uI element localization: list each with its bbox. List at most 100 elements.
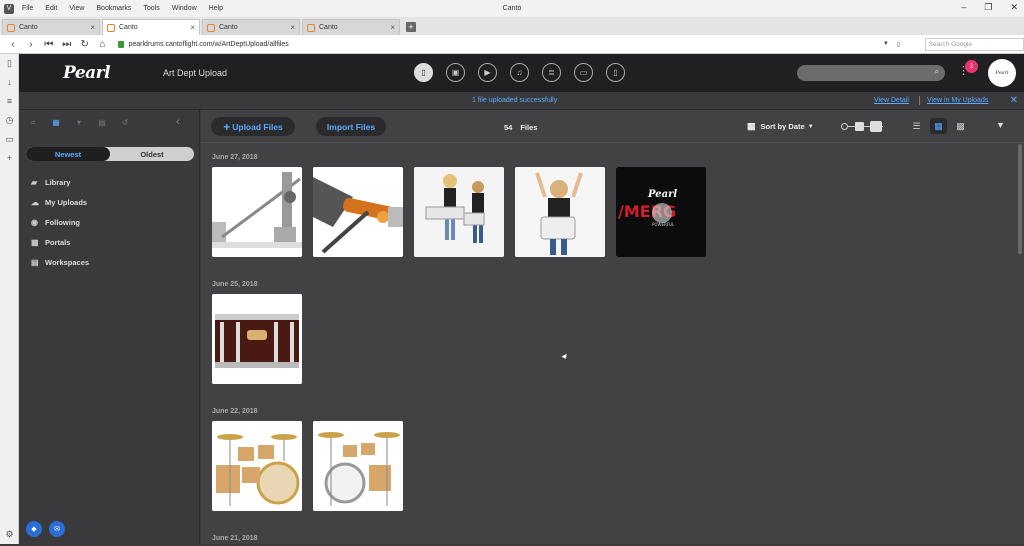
sort-oldest-button[interactable]: Oldest	[110, 147, 194, 161]
filter-view-icon[interactable]: ▾	[73, 118, 85, 130]
restore-icon[interactable]: ❐	[984, 2, 992, 13]
grid-view-icon[interactable]: ▦	[930, 118, 947, 134]
new-tab-button[interactable]: +	[406, 22, 416, 32]
image-icon[interactable]: ▣	[446, 63, 465, 82]
menu-edit[interactable]: Edit	[45, 5, 57, 12]
url-dropdown-icon[interactable]: ▼	[883, 41, 897, 47]
menu-view[interactable]: View	[69, 5, 84, 12]
rewind-icon[interactable]: ⏮	[44, 39, 54, 50]
vivaldi-logo-icon[interactable]: V	[4, 3, 14, 14]
thumbnail-drum-kit-natural[interactable]	[212, 421, 302, 511]
document-icon[interactable]: ≣	[542, 63, 561, 82]
audio-icon[interactable]: ♫	[510, 63, 529, 82]
close-tab-icon[interactable]: ×	[390, 23, 395, 32]
sort-by-dropdown[interactable]: ▦ Sort by Date ▼	[747, 121, 814, 132]
bookmark-icon[interactable]: ▯	[897, 41, 911, 48]
home-icon[interactable]: ⌂	[98, 39, 108, 50]
thumbnail-snare-drum[interactable]	[212, 294, 302, 384]
search-icon[interactable]: ⌕	[935, 67, 939, 77]
thumbnail-pedal[interactable]	[212, 167, 302, 257]
date-group: June 22, 2018	[212, 404, 706, 531]
plus-icon: +	[223, 119, 231, 134]
downloads-panel-icon[interactable]: ↓	[0, 73, 19, 92]
sort-order-toggle: Newest Oldest	[26, 147, 194, 161]
video-icon[interactable]: ▶	[478, 63, 497, 82]
back-icon[interactable]: ‹	[8, 39, 18, 50]
sort-newest-button[interactable]: Newest	[26, 147, 110, 161]
calendar-icon: ▦	[747, 121, 756, 131]
nav-item-my-uploads[interactable]: ☁ My Uploads	[31, 192, 89, 212]
notes-panel-icon[interactable]: ≡	[0, 92, 19, 111]
upload-files-button[interactable]: + Upload Files	[211, 117, 295, 136]
pearl-logo[interactable]: Pearl	[63, 63, 111, 83]
refresh-view-icon[interactable]: ↺	[119, 118, 131, 130]
user-avatar[interactable]: Pearl	[988, 59, 1016, 87]
close-tab-icon[interactable]: ×	[190, 23, 195, 32]
browser-search-input[interactable]: Search Google	[924, 37, 1024, 51]
thumbnail-emerge-logo[interactable]: Pearl/MERG POWERFUL	[616, 167, 706, 257]
scrollbar[interactable]	[1018, 144, 1022, 254]
import-files-button[interactable]: Import Files	[316, 117, 386, 136]
all-files-icon[interactable]: ▯	[414, 63, 433, 82]
file-type-filter: ▯ ▣ ▶ ♫ ≣ ▭ ▯	[414, 63, 625, 82]
canto-favicon-icon	[7, 23, 15, 32]
thumbnail-kids-marching[interactable]	[414, 167, 504, 257]
minimize-icon[interactable]: –	[961, 2, 966, 13]
filter-icon[interactable]: ▼	[996, 120, 1005, 130]
calendar-view-icon[interactable]: ▦	[50, 118, 62, 130]
forward-icon[interactable]: ›	[26, 39, 36, 50]
main-toolbar: + Upload Files Import Files 54 Files ▦ Sort…	[201, 110, 1024, 143]
fast-forward-icon[interactable]: ⏭	[62, 39, 72, 50]
menu-file[interactable]: File	[22, 5, 33, 12]
thumbnail-drum-kit-white[interactable]	[313, 421, 403, 511]
thumbnail-size-slider[interactable]	[841, 121, 883, 132]
upload-notice-bar: 1 file uploaded successfully View Detail…	[19, 92, 1024, 110]
menu-help[interactable]: Help	[209, 5, 223, 12]
window-panel-icon[interactable]: ▭	[0, 130, 19, 149]
menu-tools[interactable]: Tools	[143, 5, 159, 12]
menu-window[interactable]: Window	[172, 5, 197, 12]
canto-favicon-icon	[207, 23, 215, 32]
list-view-icon[interactable]: ☰	[908, 118, 925, 134]
notification-badge[interactable]: 2	[965, 60, 978, 73]
view-detail-link[interactable]: View Detail	[874, 97, 909, 104]
archive-view-icon[interactable]: ▤	[96, 118, 108, 130]
url-input[interactable]: pearldrums.cantoflight.com/w/ArtDeptUplo…	[128, 41, 882, 48]
browser-tab-active[interactable]: Canto ×	[102, 19, 200, 35]
tag-view-icon[interactable]: ⌗	[27, 118, 39, 130]
browser-tab[interactable]: Canto ×	[202, 19, 300, 35]
nav-item-library[interactable]: ▰ Library	[31, 172, 89, 192]
folder-icon: ▰	[31, 177, 38, 187]
browser-tab[interactable]: Canto ×	[302, 19, 400, 35]
reload-icon[interactable]: ↻	[80, 39, 90, 50]
thumbnail-pedal-orange[interactable]	[313, 167, 403, 257]
asset-grid: June 27, 2018 Pearl/MERG POWERFUL June 2…	[212, 150, 706, 546]
svg-text:POWERFUL: POWERFUL	[652, 222, 675, 227]
view-in-my-uploads-link[interactable]: View in My Uploads	[927, 97, 988, 104]
browser-menubar: V File Edit View Bookmarks Tools Window …	[0, 0, 1024, 17]
help-icon[interactable]: ◆	[26, 521, 42, 537]
close-tab-icon[interactable]: ×	[90, 23, 95, 32]
nav-item-portals[interactable]: ▦ Portals	[31, 232, 89, 252]
main-content: + Upload Files Import Files 54 Files ▦ Sort…	[201, 110, 1024, 544]
global-search-input[interactable]: ⌕	[797, 65, 945, 81]
nav-item-workspaces[interactable]: ▤ Workspaces	[31, 252, 89, 272]
settings-gear-icon[interactable]: ⚙	[0, 529, 19, 540]
history-panel-icon[interactable]: ◷	[0, 111, 19, 130]
nav-list: ▰ Library ☁ My Uploads ◉ Following ▦ Portals…	[31, 172, 89, 272]
close-tab-icon[interactable]: ×	[290, 23, 295, 32]
browser-tab[interactable]: Canto ×	[2, 19, 100, 35]
presentation-icon[interactable]: ▭	[574, 63, 593, 82]
chat-icon[interactable]: ✉	[49, 521, 65, 537]
close-notice-icon[interactable]: ✕	[1010, 95, 1018, 106]
other-file-icon[interactable]: ▯	[606, 63, 625, 82]
upload-success-message: 1 file uploaded successfully	[472, 97, 558, 104]
collapse-panel-icon[interactable]: ‹	[176, 116, 180, 128]
add-panel-icon[interactable]: +	[0, 149, 19, 168]
thumbnail-boy-drum[interactable]	[515, 167, 605, 257]
bookmarks-panel-icon[interactable]: ▯	[0, 54, 19, 73]
nav-item-following[interactable]: ◉ Following	[31, 212, 89, 232]
menu-bookmarks[interactable]: Bookmarks	[96, 5, 131, 12]
large-grid-view-icon[interactable]: ▩	[952, 118, 969, 134]
close-window-icon[interactable]: ✕	[1010, 2, 1018, 13]
